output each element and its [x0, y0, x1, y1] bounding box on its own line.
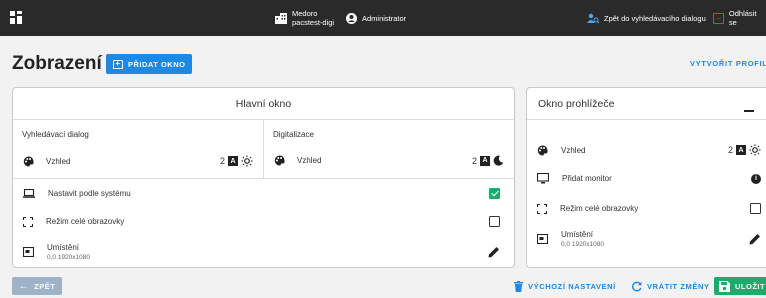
- location-label-block: Umístění 0,0 1920x1080: [47, 243, 488, 261]
- revert-changes-label: VRÁTIT ZMĚNY: [647, 281, 710, 291]
- viewer-fullscreen-checkbox[interactable]: [750, 203, 761, 214]
- appearance-label: Vzhled: [46, 156, 71, 166]
- user-name: Administrator: [362, 13, 407, 23]
- location-row: Umístění 0,0 1920x1080: [23, 243, 500, 261]
- digitization-appearance-row: Vzhled 2 A: [274, 155, 504, 166]
- facility-name: Medoro: [292, 9, 318, 18]
- window-location-icon: [23, 247, 34, 257]
- trash-icon: [514, 280, 523, 292]
- main-window-panel: Hlavní okno Vyhledávací dialog Vzhled 2 …: [12, 87, 515, 268]
- digitization-section: Digitalizace Vzhled 2 A: [263, 120, 514, 178]
- info-icon[interactable]: i: [751, 173, 761, 184]
- fullscreen-row[interactable]: Režim celé obrazovky: [23, 216, 500, 227]
- viewer-fullscreen-row[interactable]: Režim celé obrazovky: [537, 203, 761, 214]
- fullscreen-icon: [23, 216, 33, 227]
- top-bar: Medoro pacstest-digi Administrator Zpět …: [0, 0, 766, 36]
- sun-icon[interactable]: [749, 144, 761, 156]
- edit-pencil-icon[interactable]: [488, 246, 500, 258]
- moon-icon[interactable]: [493, 155, 504, 166]
- add-window-label: PŘIDAT OKNO: [128, 59, 186, 69]
- location-value: 0,0 1920x1080: [47, 254, 91, 261]
- facility-indicator: Medoro pacstest-digi: [275, 0, 334, 36]
- fullscreen-icon: [537, 203, 547, 214]
- add-window-button[interactable]: + PŘIDAT OKNO: [106, 54, 193, 74]
- refresh-icon: [631, 281, 642, 292]
- palette-icon: [23, 155, 34, 167]
- monitor-theme-selector[interactable]: 2 A: [728, 144, 761, 156]
- arrow-left-icon: ←: [18, 280, 30, 292]
- window-location-icon: [537, 234, 548, 244]
- viewer-window-panel: Okno prohlížeče Vzhled 2 A Přidat monito…: [526, 87, 766, 268]
- edit-pencil-icon[interactable]: [749, 233, 761, 245]
- logout-icon: →: [713, 12, 724, 24]
- revert-changes-button[interactable]: VRÁTIT ZMĚNY: [631, 277, 710, 295]
- appearance-label: Vzhled: [297, 156, 322, 165]
- facility-server: pacstest-digi: [292, 18, 335, 27]
- back-to-search-label: Zpět do vyhledávacího dialogu: [604, 13, 706, 23]
- viewer-location-label-block: Umístění 0,0 1920x1080: [561, 230, 749, 248]
- viewer-location-value: 0,0 1920x1080: [561, 241, 605, 248]
- viewer-location-row: Umístění 0,0 1920x1080: [537, 230, 761, 248]
- user-icon: [346, 12, 357, 24]
- logout-label: Odhlásit se: [728, 9, 757, 27]
- sun-icon[interactable]: [241, 155, 253, 167]
- search-dialog-section: Vyhledávací dialog Vzhled 2 A: [13, 120, 263, 178]
- back-label: ZPĚT: [34, 281, 56, 291]
- digitization-title: Digitalizace: [273, 130, 314, 139]
- search-dialog-appearance-row: Vzhled 2 A: [23, 155, 253, 167]
- monitor-letter-icon: A: [736, 145, 746, 155]
- monitor-number: 2: [727, 145, 733, 155]
- back-button[interactable]: ← ZPĚT: [12, 277, 62, 295]
- system-setting-checkbox[interactable]: [489, 188, 500, 199]
- save-disk-icon: [719, 280, 730, 292]
- user-menu[interactable]: Administrator: [346, 0, 406, 36]
- save-label: ULOŽIT: [735, 281, 766, 291]
- save-button[interactable]: ULOŽIT: [714, 277, 766, 295]
- search-dialog-title: Vyhledávací dialog: [22, 130, 89, 139]
- monitor-icon: [537, 173, 549, 184]
- building-icon: [275, 12, 287, 24]
- page-title: Zobrazení: [12, 53, 102, 74]
- add-monitor-label: Přidat monitor: [562, 174, 612, 183]
- monitor-number: 2: [219, 156, 225, 166]
- default-settings-label: VÝCHOZÍ NASTAVENÍ: [528, 281, 616, 291]
- logout-link[interactable]: → Odhlásit se: [713, 0, 766, 36]
- monitor-theme-selector[interactable]: 2 A: [472, 155, 504, 166]
- monitor-letter-icon: A: [228, 156, 238, 166]
- viewer-window-title: Okno prohlížeče: [527, 88, 766, 120]
- laptop-icon: [23, 189, 35, 198]
- monitor-number: 2: [471, 155, 477, 166]
- palette-icon: [274, 155, 285, 166]
- system-setting-label: Nastavit podle systému: [48, 189, 131, 198]
- fullscreen-label: Režim celé obrazovky: [46, 217, 125, 226]
- main-window-sections: Vyhledávací dialog Vzhled 2 A Digitaliza…: [13, 120, 514, 179]
- default-settings-button[interactable]: VÝCHOZÍ NASTAVENÍ: [514, 277, 616, 295]
- minimize-icon[interactable]: [744, 110, 754, 112]
- fullscreen-checkbox[interactable]: [489, 216, 500, 227]
- viewer-location-label: Umístění: [561, 230, 594, 239]
- viewer-appearance-row: Vzhled 2 A: [537, 144, 761, 156]
- add-monitor-row[interactable]: Přidat monitor i: [537, 173, 761, 184]
- main-window-title: Hlavní okno: [13, 88, 514, 120]
- back-to-search-link[interactable]: Zpět do vyhledávacího dialogu: [587, 0, 706, 36]
- location-label: Umístění: [47, 243, 80, 252]
- monitor-theme-selector[interactable]: 2 A: [220, 155, 253, 167]
- system-setting-row[interactable]: Nastavit podle systému: [23, 188, 500, 199]
- app-logo-icon[interactable]: [10, 11, 23, 24]
- create-profile-link[interactable]: VYTVOŘIT PROFIL: [690, 59, 766, 68]
- appearance-label: Vzhled: [561, 145, 586, 155]
- search-people-icon: [587, 13, 599, 24]
- palette-icon: [537, 144, 548, 156]
- viewer-fullscreen-label: Režim celé obrazovky: [560, 204, 639, 213]
- monitor-letter-icon: A: [480, 155, 490, 166]
- add-window-icon: +: [113, 59, 123, 69]
